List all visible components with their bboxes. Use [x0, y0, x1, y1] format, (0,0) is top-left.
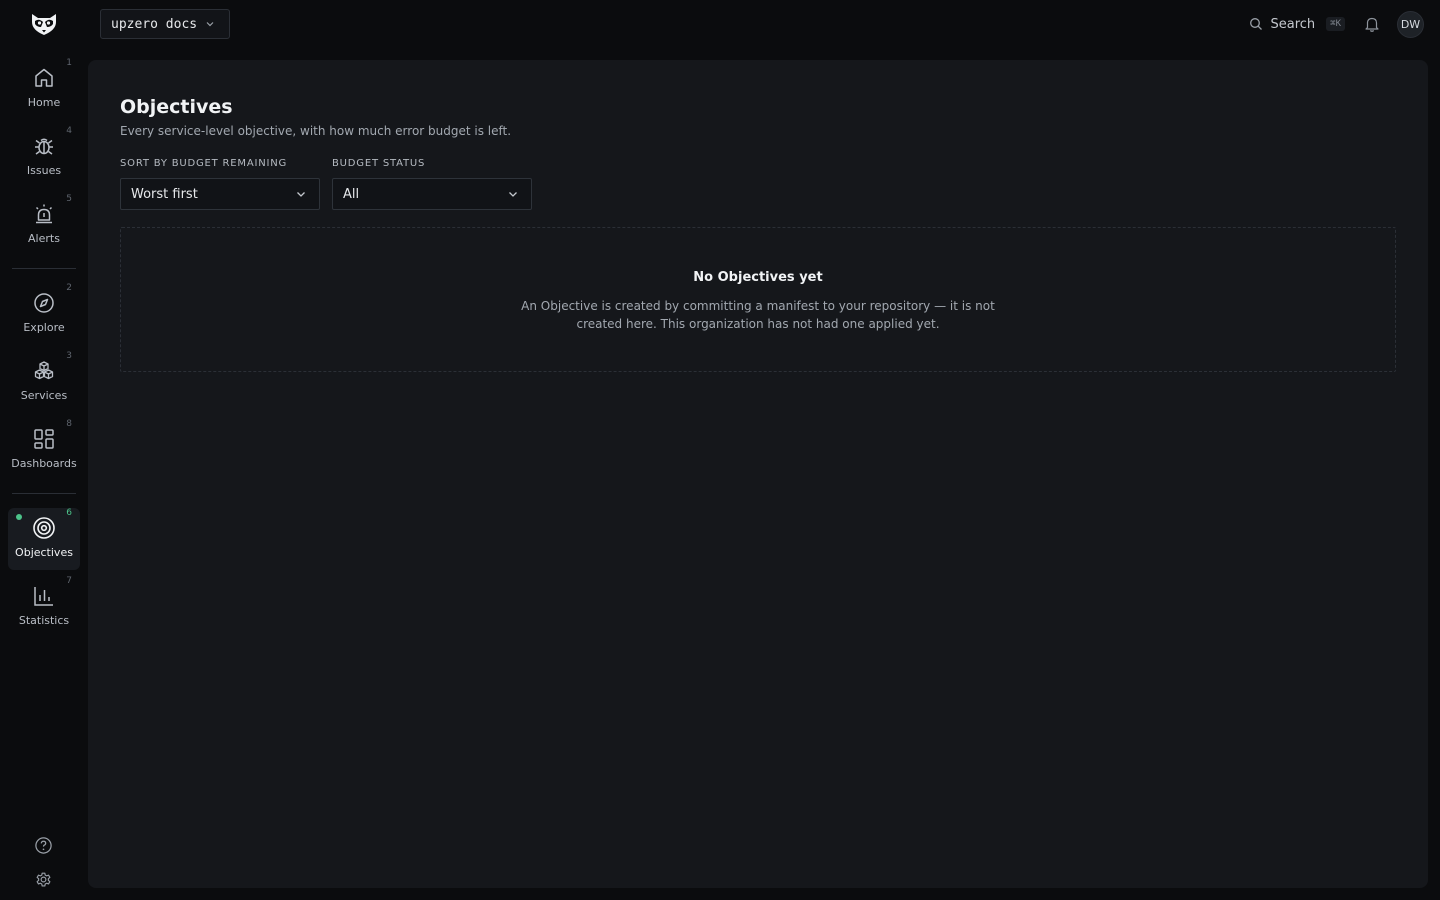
sort-select-value: Worst first	[131, 186, 198, 202]
bell-icon[interactable]	[1363, 15, 1381, 33]
sidebar-item-issues[interactable]: 4 Issues	[8, 126, 80, 188]
page-subtitle: Every service-level objective, with how …	[120, 124, 512, 138]
bar-chart-icon	[34, 587, 53, 606]
sidebar-item-home[interactable]: 1 Home	[8, 58, 80, 120]
org-name: upzero docs	[111, 16, 198, 32]
empty-state-title: No Objectives yet	[693, 270, 823, 285]
search-icon	[1250, 18, 1263, 30]
siren-icon	[35, 204, 53, 224]
shortcut-key: 5	[66, 194, 72, 204]
sidebar-item-statistics[interactable]: 7 Statistics	[8, 576, 80, 638]
sidebar-item-services[interactable]: 3 Services	[8, 351, 80, 413]
compass-icon	[34, 293, 54, 313]
sidebar-item-label: Issues	[26, 164, 62, 177]
home-icon	[35, 68, 53, 87]
chevron-down-icon	[509, 192, 517, 197]
sidebar-item-label: Alerts	[28, 232, 60, 245]
sidebar-divider	[12, 268, 76, 269]
status-select[interactable]: All	[332, 178, 532, 210]
sidebar-item-label: Explore	[23, 321, 65, 334]
shortcut-key: 8	[66, 419, 72, 429]
sort-select[interactable]: Worst first	[120, 178, 320, 210]
search-button[interactable]: Search ⌘K	[1249, 17, 1345, 32]
status-filter: BUDGET STATUS All	[332, 158, 532, 210]
sort-filter-label: SORT BY BUDGET REMAINING	[120, 158, 288, 169]
shortcut-key: 4	[66, 126, 72, 136]
empty-state: No Objectives yet An Objective is create…	[120, 227, 1396, 372]
sort-filter: SORT BY BUDGET REMAINING Worst first	[120, 158, 320, 210]
org-switcher[interactable]: upzero docs	[100, 9, 231, 39]
shortcut-key: 1	[66, 58, 72, 68]
main-panel: Objectives Every service-level objective…	[88, 60, 1428, 888]
sidebar-item-alerts[interactable]: 5 Alerts	[8, 194, 80, 256]
cubes-icon	[34, 361, 54, 380]
shortcut-key: 6	[66, 508, 72, 518]
empty-state-text: An Objective is created by committing a …	[521, 299, 995, 331]
search-shortcut: ⌘K	[1326, 17, 1345, 31]
sidebar-item-label: Dashboards	[11, 457, 77, 470]
search-label: Search	[1270, 16, 1316, 32]
shortcut-key: 3	[66, 351, 72, 361]
raccoon-logo-icon[interactable]	[28, 10, 60, 38]
top-bar: upzero docs Search ⌘K DW	[0, 0, 1440, 48]
chevron-down-icon	[297, 192, 305, 197]
sidebar-item-objectives[interactable]: 6 Objectives	[8, 508, 80, 570]
avatar[interactable]: DW	[1397, 10, 1424, 38]
active-indicator	[16, 514, 22, 520]
sidebar-item-label: Services	[20, 389, 68, 402]
chevron-down-icon	[206, 22, 214, 27]
sidebar-item-dashboards[interactable]: 8 Dashboards	[8, 419, 80, 481]
sidebar-item-label: Home	[27, 96, 61, 109]
target-icon	[33, 517, 55, 539]
grid-icon	[34, 429, 54, 449]
shortcut-key: 2	[66, 283, 72, 293]
sidebar: 1 Home 4 Issues 5 Alerts 2 Explore 3 Ser…	[0, 48, 88, 900]
sidebar-item-explore[interactable]: 2 Explore	[8, 283, 80, 345]
help-icon[interactable]	[34, 836, 53, 855]
sidebar-item-label: Objectives	[15, 546, 73, 559]
page-title: Objectives	[120, 96, 233, 118]
status-filter-label: BUDGET STATUS	[332, 158, 426, 169]
sidebar-item-label: Statistics	[18, 614, 70, 627]
settings-icon[interactable]	[34, 870, 53, 889]
status-select-value: All	[343, 186, 360, 202]
sidebar-divider	[12, 493, 76, 494]
shortcut-key: 7	[66, 576, 72, 586]
bug-icon	[35, 138, 53, 155]
